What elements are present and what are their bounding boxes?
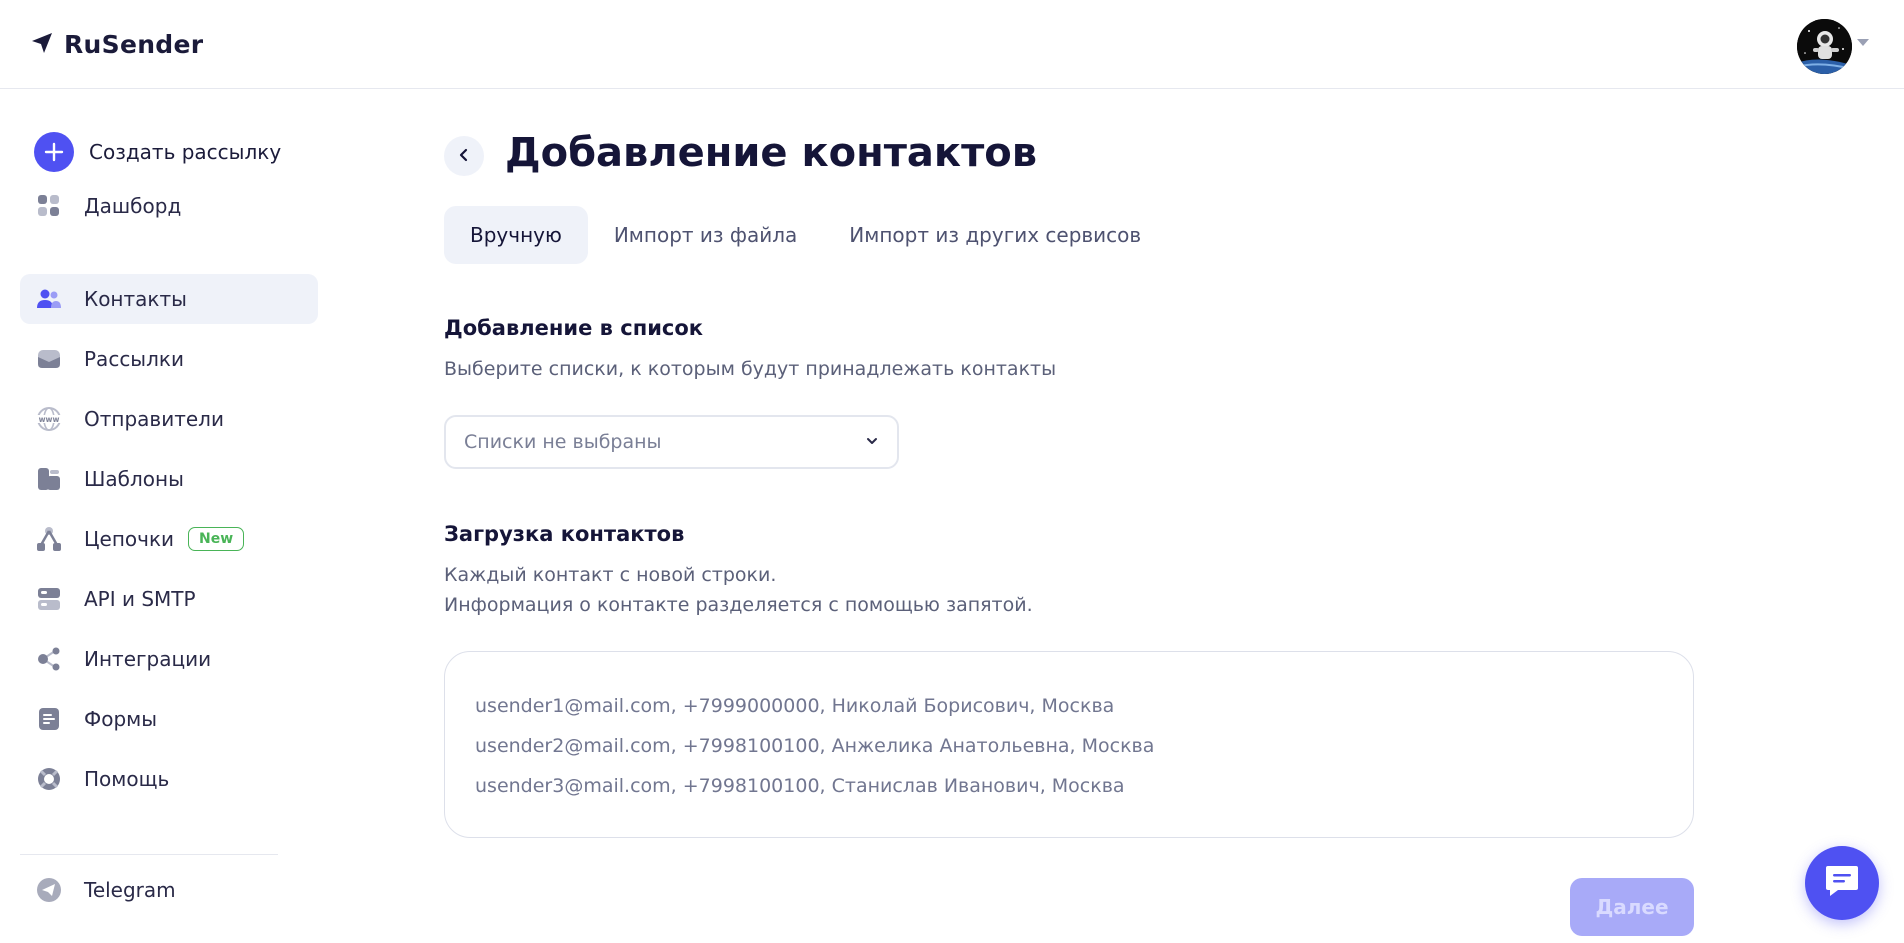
sidebar-item-integrations[interactable]: Интеграции: [20, 634, 318, 684]
chevron-left-icon: [457, 147, 471, 166]
sidebar-item-label: Контакты: [84, 287, 187, 311]
placeholder-line: usender3@mail.com, +7998100100, Станисла…: [475, 775, 1125, 797]
tabs: Вручную Импорт из файла Импорт из других…: [444, 206, 1167, 264]
sidebar-item-label: Дашборд: [84, 194, 182, 218]
list-section-description: Выберите списки, к которым будут принадл…: [444, 358, 1057, 380]
sidebar-item-label: API и SMTP: [84, 587, 196, 611]
chevron-down-icon: [865, 433, 879, 452]
sidebar-item-label: Интеграции: [84, 647, 212, 671]
sidebar-item-label: Telegram: [84, 878, 176, 902]
server-icon: [36, 586, 62, 612]
sidebar-item-telegram[interactable]: Telegram: [20, 865, 318, 915]
sidebar-item-label: Рассылки: [84, 347, 184, 371]
sidebar-divider: [20, 854, 278, 855]
sidebar-item-help[interactable]: Помощь: [20, 754, 318, 804]
back-button[interactable]: [444, 136, 484, 176]
sidebar-item-forms[interactable]: Формы: [20, 694, 318, 744]
mail-icon: [36, 346, 62, 372]
contacts-icon: [36, 286, 62, 312]
logo-text: RuSender: [64, 30, 204, 59]
templates-icon: [36, 466, 62, 492]
tab-import-services[interactable]: Импорт из других сервисов: [823, 206, 1167, 264]
help-icon: [36, 766, 62, 792]
avatar[interactable]: [1797, 19, 1852, 74]
sidebar-item-label: Помощь: [84, 767, 170, 791]
tab-manual[interactable]: Вручную: [444, 206, 588, 264]
chat-icon: [1824, 864, 1860, 902]
placeholder-line: usender1@mail.com, +7999000000, Николай …: [475, 695, 1115, 717]
sidebar-item-chains[interactable]: Цепочки New: [20, 514, 318, 564]
sidebar: Создать рассылку Дашборд Контакты Рассыл…: [0, 90, 320, 943]
contacts-textarea[interactable]: usender1@mail.com, +7999000000, Николай …: [444, 651, 1694, 838]
list-section-title: Добавление в список: [444, 316, 704, 340]
sidebar-item-label: Отправители: [84, 407, 224, 431]
sidebar-item-campaigns[interactable]: Рассылки: [20, 334, 318, 384]
www-icon: www: [36, 406, 62, 432]
upload-section-title: Загрузка контактов: [444, 522, 685, 546]
create-campaign-button[interactable]: Создать рассылку: [34, 132, 281, 172]
page-title: Добавление контактов: [505, 130, 1038, 176]
plus-icon: [34, 132, 74, 172]
sidebar-item-templates[interactable]: Шаблоны: [20, 454, 318, 504]
tab-import-file[interactable]: Импорт из файла: [588, 206, 823, 264]
sidebar-item-dashboard[interactable]: Дашборд: [20, 181, 318, 231]
sidebar-item-label: Цепочки: [84, 527, 175, 551]
avatar-astronaut-icon: [1797, 19, 1852, 74]
svg-text:www: www: [39, 415, 60, 424]
logo[interactable]: RuSender: [30, 30, 203, 59]
paper-plane-icon: [30, 31, 54, 59]
forms-icon: [36, 706, 62, 732]
top-bar: RuSender: [0, 0, 1904, 89]
upload-section-description-1: Каждый контакт с новой строки.: [444, 564, 777, 586]
chevron-down-icon[interactable]: [1857, 39, 1869, 46]
create-campaign-label: Создать рассылку: [89, 140, 282, 164]
lists-select-value: Списки не выбраны: [464, 431, 662, 453]
upload-section-description-2: Информация о контакте разделяется с помо…: [444, 594, 1033, 616]
new-badge: New: [188, 527, 245, 551]
sidebar-item-label: Шаблоны: [84, 467, 184, 491]
integrations-icon: [36, 646, 62, 672]
lists-select[interactable]: Списки не выбраны: [444, 415, 899, 469]
chat-widget-button[interactable]: [1805, 846, 1879, 920]
chains-icon: [36, 526, 62, 552]
telegram-icon: [36, 877, 62, 903]
sidebar-item-contacts[interactable]: Контакты: [20, 274, 318, 324]
placeholder-line: usender2@mail.com, +7998100100, Анжелика…: [475, 735, 1155, 757]
sidebar-item-senders[interactable]: www Отправители: [20, 394, 318, 444]
next-button[interactable]: Далее: [1570, 878, 1694, 936]
sidebar-item-api-smtp[interactable]: API и SMTP: [20, 574, 318, 624]
sidebar-item-label: Формы: [84, 707, 158, 731]
dashboard-icon: [36, 193, 62, 219]
